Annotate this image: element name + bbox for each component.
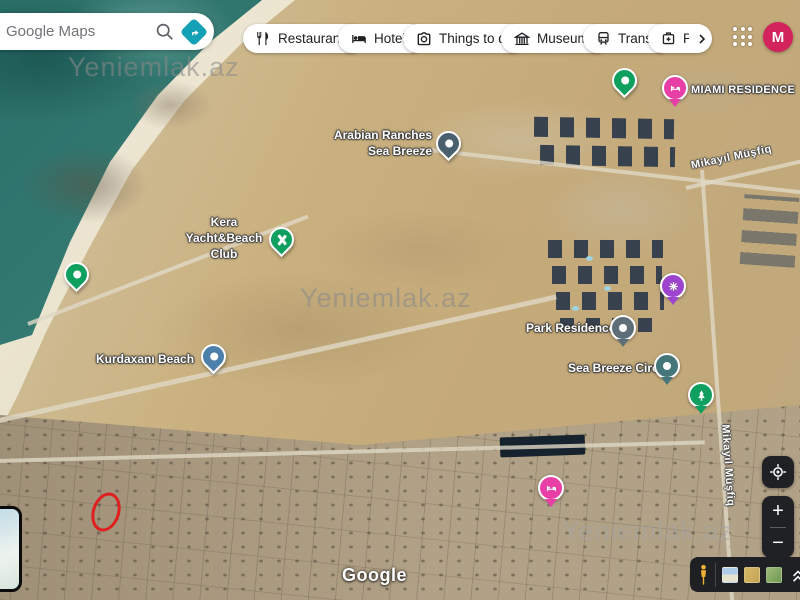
watermark-text: Yeniemlak.az [562,516,734,547]
miami-residence-label[interactable]: MIAMI RESIDENCE [691,82,795,98]
collapse-chevrons-icon[interactable] [790,566,800,584]
layer-thumbnail-map[interactable] [722,567,738,583]
search-bar[interactable] [0,13,214,50]
building-block [552,266,662,284]
building-block [740,194,800,268]
watermark-text: Yeniemlak.az [68,52,240,83]
google-maps-window: Yeniemlak.az Yeniemlak.az Yeniemlak.az M… [0,0,800,600]
building-block [548,240,663,258]
google-attribution: Google [342,565,407,586]
chevron-right-icon[interactable] [696,33,708,45]
park-residence-pin[interactable] [610,315,636,341]
account-avatar[interactable]: M [763,22,793,52]
chip-label: Phar [683,31,689,46]
tree-icon [695,389,708,402]
kurdaxani-beach-label[interactable]: Kurdaxanı Beach [96,351,194,367]
building-block [534,117,674,139]
kera-yacht-club-label[interactable]: Kera Yacht&Beach Club [183,214,265,262]
watermark-text: Yeniemlak.az [300,283,472,314]
bed-icon [545,482,558,495]
search-input[interactable] [4,22,145,41]
pharmacy-icon [661,31,676,46]
ferris-wheel-icon [667,280,680,293]
miami-residence-pin[interactable] [662,75,688,101]
park-tree-pin[interactable] [688,382,714,408]
amusement-pin[interactable] [660,273,686,299]
museum-icon [514,31,530,47]
hotels-icon [351,31,367,47]
search-icon[interactable] [155,22,174,41]
pegman-icon[interactable] [698,563,709,587]
arabian-ranches-label[interactable]: Arabian Ranches Sea Breeze [332,127,432,159]
minimap-thumbnail[interactable] [0,506,22,592]
transit-icon [596,31,611,46]
paddles-icon [271,229,292,250]
lodging-pin[interactable] [538,475,564,501]
zoom-out-button[interactable]: − [762,528,794,559]
layer-thumbnail-satellite[interactable] [744,567,760,583]
bed-icon [669,82,682,95]
apps-grid-icon[interactable] [733,27,753,47]
divider [715,563,716,587]
sea-breeze-circus-pin[interactable] [654,353,680,379]
camera-icon [416,31,432,47]
pool [572,306,579,311]
zoom-control: + − [762,496,794,558]
directions-icon[interactable] [180,17,208,45]
chip-pharmacies[interactable]: Phar [648,24,712,53]
pool [604,286,611,291]
zoom-in-button[interactable]: + [762,496,794,527]
my-location-icon [769,463,787,481]
restaurants-icon [256,31,271,46]
layer-thumbnail-terrain[interactable] [766,567,782,583]
my-location-button[interactable] [762,456,794,488]
pool [586,256,593,261]
map-tools-bar [690,557,800,592]
